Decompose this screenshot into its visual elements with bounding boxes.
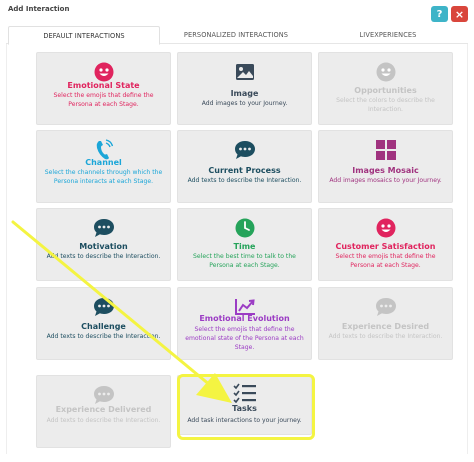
annotation-arrow (11, 220, 232, 403)
